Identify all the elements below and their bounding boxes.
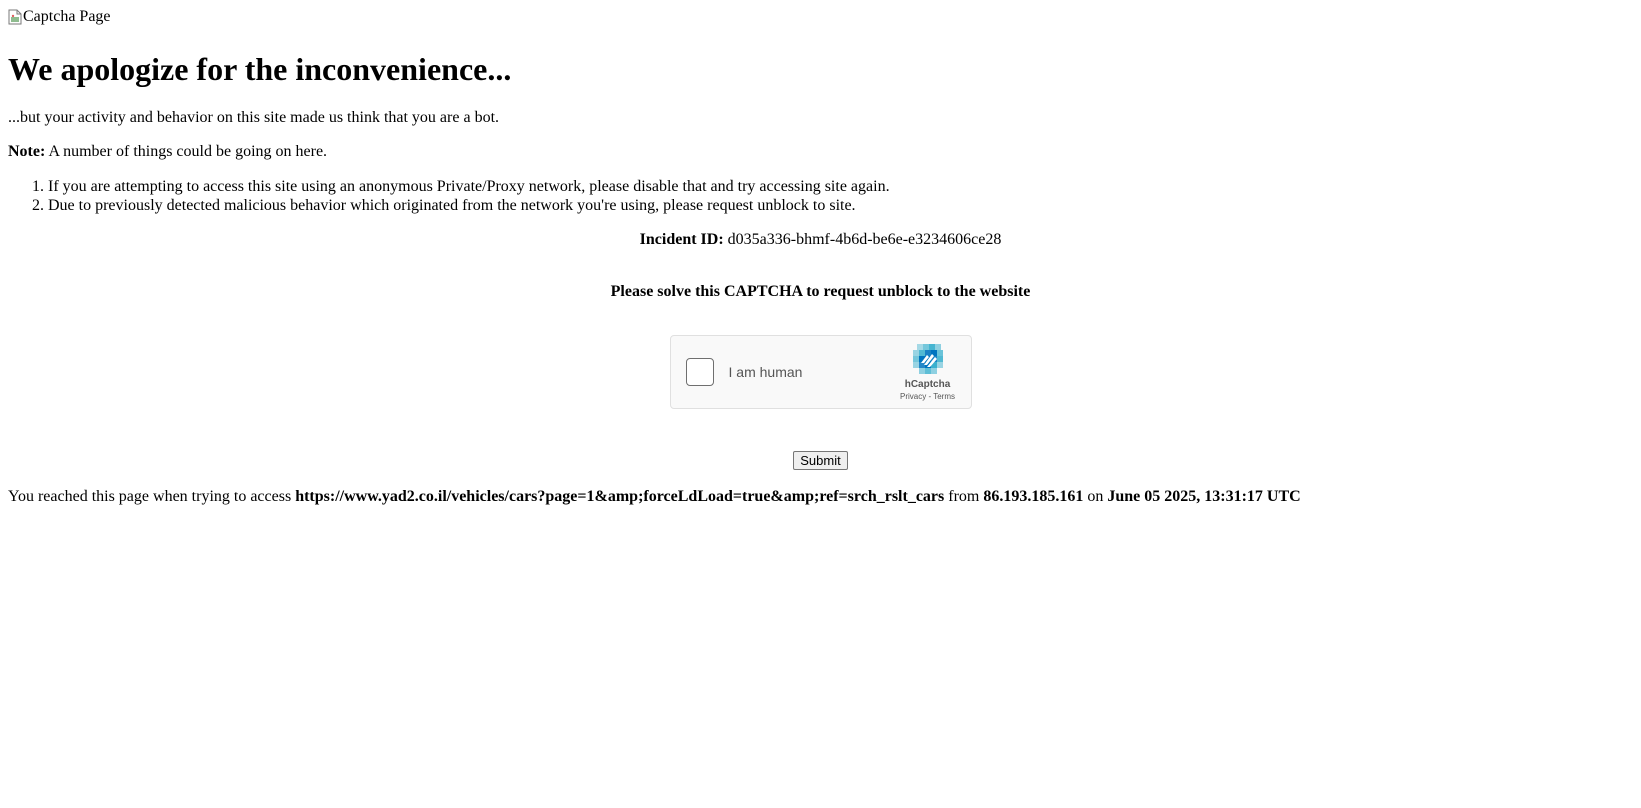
note-text: A number of things could be going on her… [48,143,328,160]
requested-url: https://www.yad2.co.il/vehicles/cars?pag… [295,488,945,505]
incident-label: Incident ID: [639,231,724,248]
i-am-human-checkbox[interactable] [685,358,714,386]
submit-container: Submit [8,451,1633,470]
incident-id-value: d035a336-bhmf-4b6d-be6e-e3234606ce28 [727,231,1002,248]
access-timestamp: June 05 2025, 13:31:17 UTC [1107,488,1301,505]
reason-item: Due to previously detected malicious beh… [48,196,1633,215]
access-info-line: You reached this page when trying to acc… [8,488,1633,506]
from-word: from [948,488,980,505]
bot-detection-message: ...but your activity and behavior on thi… [8,109,500,126]
reasons-list: If you are attempting to access this sit… [8,177,1633,215]
incident-id-line: Incident ID: d035a336-bhmf-4b6d-be6e-e32… [8,231,1633,249]
note-paragraph: Note: A number of things could be going … [8,143,1633,161]
captcha-page: Captcha Page We apologize for the inconv… [0,0,1641,808]
captcha-heading: Please solve this CAPTCHA to request unb… [610,283,1031,300]
privacy-link[interactable]: Privacy [900,392,926,401]
hcaptcha-brand-name: hCaptcha [904,379,951,390]
hcaptcha-branding: hCaptcha Privacy - Terms [895,342,961,401]
hcaptcha-checkbox-label: I am human [728,364,803,380]
hcaptcha-links: Privacy - Terms [900,392,955,401]
on-word: on [1087,488,1104,505]
submit-button[interactable]: Submit [793,451,848,470]
broken-image-icon [8,9,22,25]
reason-item: If you are attempting to access this sit… [48,177,1633,196]
page-title: We apologize for the inconvenience... [8,51,512,87]
captcha-container: I am human hCaptcha Privacy - Terms [8,335,1633,409]
client-ip: 86.193.185.161 [983,488,1084,505]
captcha-page-image: Captcha Page [8,8,111,26]
hcaptcha-logo-icon [912,344,943,374]
hcaptcha-widget: I am human hCaptcha Privacy - Terms [669,335,972,409]
terms-link[interactable]: Terms [933,392,955,401]
image-alt-text: Captcha Page [23,8,111,25]
access-prefix: You reached this page when trying to acc… [8,488,292,505]
note-label: Note: [8,143,46,160]
